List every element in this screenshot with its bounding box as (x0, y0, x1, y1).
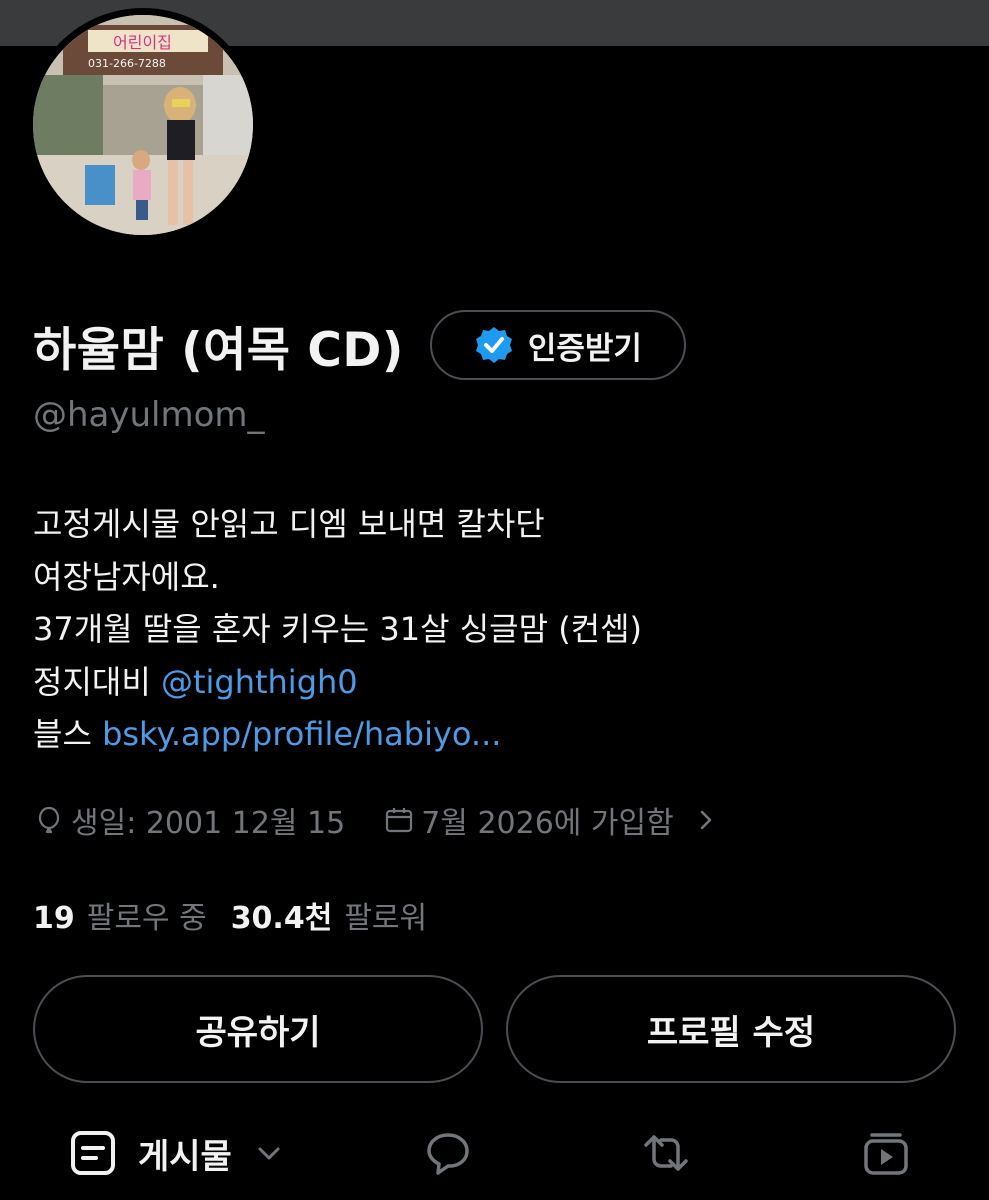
followers-stat[interactable]: 30.4천 팔로워 (231, 893, 427, 937)
chevron-right-icon (692, 806, 720, 834)
name-row: 하율맘 (여목 CD) 인증받기 (33, 310, 686, 380)
share-button[interactable]: 공유하기 (33, 975, 483, 1083)
calendar-icon (383, 804, 415, 836)
joined-item[interactable]: 7월 2026에 가입함 (383, 798, 720, 842)
repost-icon (644, 1135, 688, 1171)
display-name: 하율맘 (여목 CD) (33, 322, 404, 378)
birthday-text: 생일: 2001 12월 15 (71, 806, 346, 841)
bio-line: 여장남자에요. (33, 557, 220, 596)
get-verified-label: 인증받기 (527, 330, 642, 367)
followers-count: 30.4천 (230, 901, 333, 936)
share-button-label: 공유하기 (195, 1012, 321, 1053)
bio-line: 정지대비 @tighthigh0 (33, 656, 642, 709)
bio-line: 고정게시물 안읽고 디엠 보내면 칼차단 (33, 505, 545, 543)
bio-line: 37개월 딸을 혼자 키우는 31살 싱글맘 (컨셉) (33, 610, 643, 648)
profile-tab-bar: 게시물 (0, 1118, 989, 1188)
bio-line: 블스 bsky.app/profile/habiyo... (33, 708, 642, 761)
avatar-photo: 어린이집 031-266-7288 (33, 15, 253, 235)
bio-text: 정지대비 (33, 662, 161, 701)
following-count: 19 (33, 901, 75, 936)
tab-replies[interactable] (424, 1118, 472, 1188)
edit-profile-label: 프로필 수정 (646, 1012, 816, 1053)
chevron-down-icon (258, 1147, 280, 1160)
tab-reposts[interactable] (640, 1118, 692, 1188)
avatar[interactable]: 어린이집 031-266-7288 (33, 15, 253, 235)
username-handle: @hayulmom_ (33, 395, 265, 435)
bluesky-link[interactable]: bsky.app/profile/habiyo... (102, 715, 501, 753)
bio-text: 블스 (33, 715, 103, 753)
verified-badge-icon (475, 327, 512, 363)
followers-label: 팔로워 (344, 901, 428, 936)
bio: 고정게시물 안읽고 디엠 보내면 칼차단 여장남자에요. 37개월 딸을 혼자 … (33, 498, 642, 761)
edit-profile-button[interactable]: 프로필 수정 (506, 975, 956, 1083)
avatar-phone-text: 031-266-7288 (88, 57, 166, 70)
profile-meta: 생일: 2001 12월 15 7월 2026에 가입함 (33, 798, 720, 842)
avatar-sign-text: 어린이집 (113, 33, 172, 52)
joined-text: 7월 2026에 가입함 (421, 806, 674, 841)
tab-posts-label: 게시물 (138, 1136, 232, 1177)
get-verified-button[interactable]: 인증받기 (429, 310, 686, 380)
tab-videos[interactable] (862, 1118, 910, 1188)
balloon-icon (33, 804, 65, 836)
follow-stats: 19 팔로우 중 30.4천 팔로워 (33, 893, 427, 937)
video-icon (864, 1133, 908, 1175)
tab-posts[interactable]: 게시물 (70, 1118, 284, 1188)
posts-tab-icon (71, 1131, 115, 1175)
following-label: 팔로우 중 (86, 901, 207, 936)
reply-bubble-icon (427, 1133, 469, 1175)
mention-link[interactable]: @tighthigh0 (161, 663, 358, 701)
following-stat[interactable]: 19 팔로우 중 (33, 893, 207, 937)
birthday-item: 생일: 2001 12월 15 (33, 798, 345, 842)
